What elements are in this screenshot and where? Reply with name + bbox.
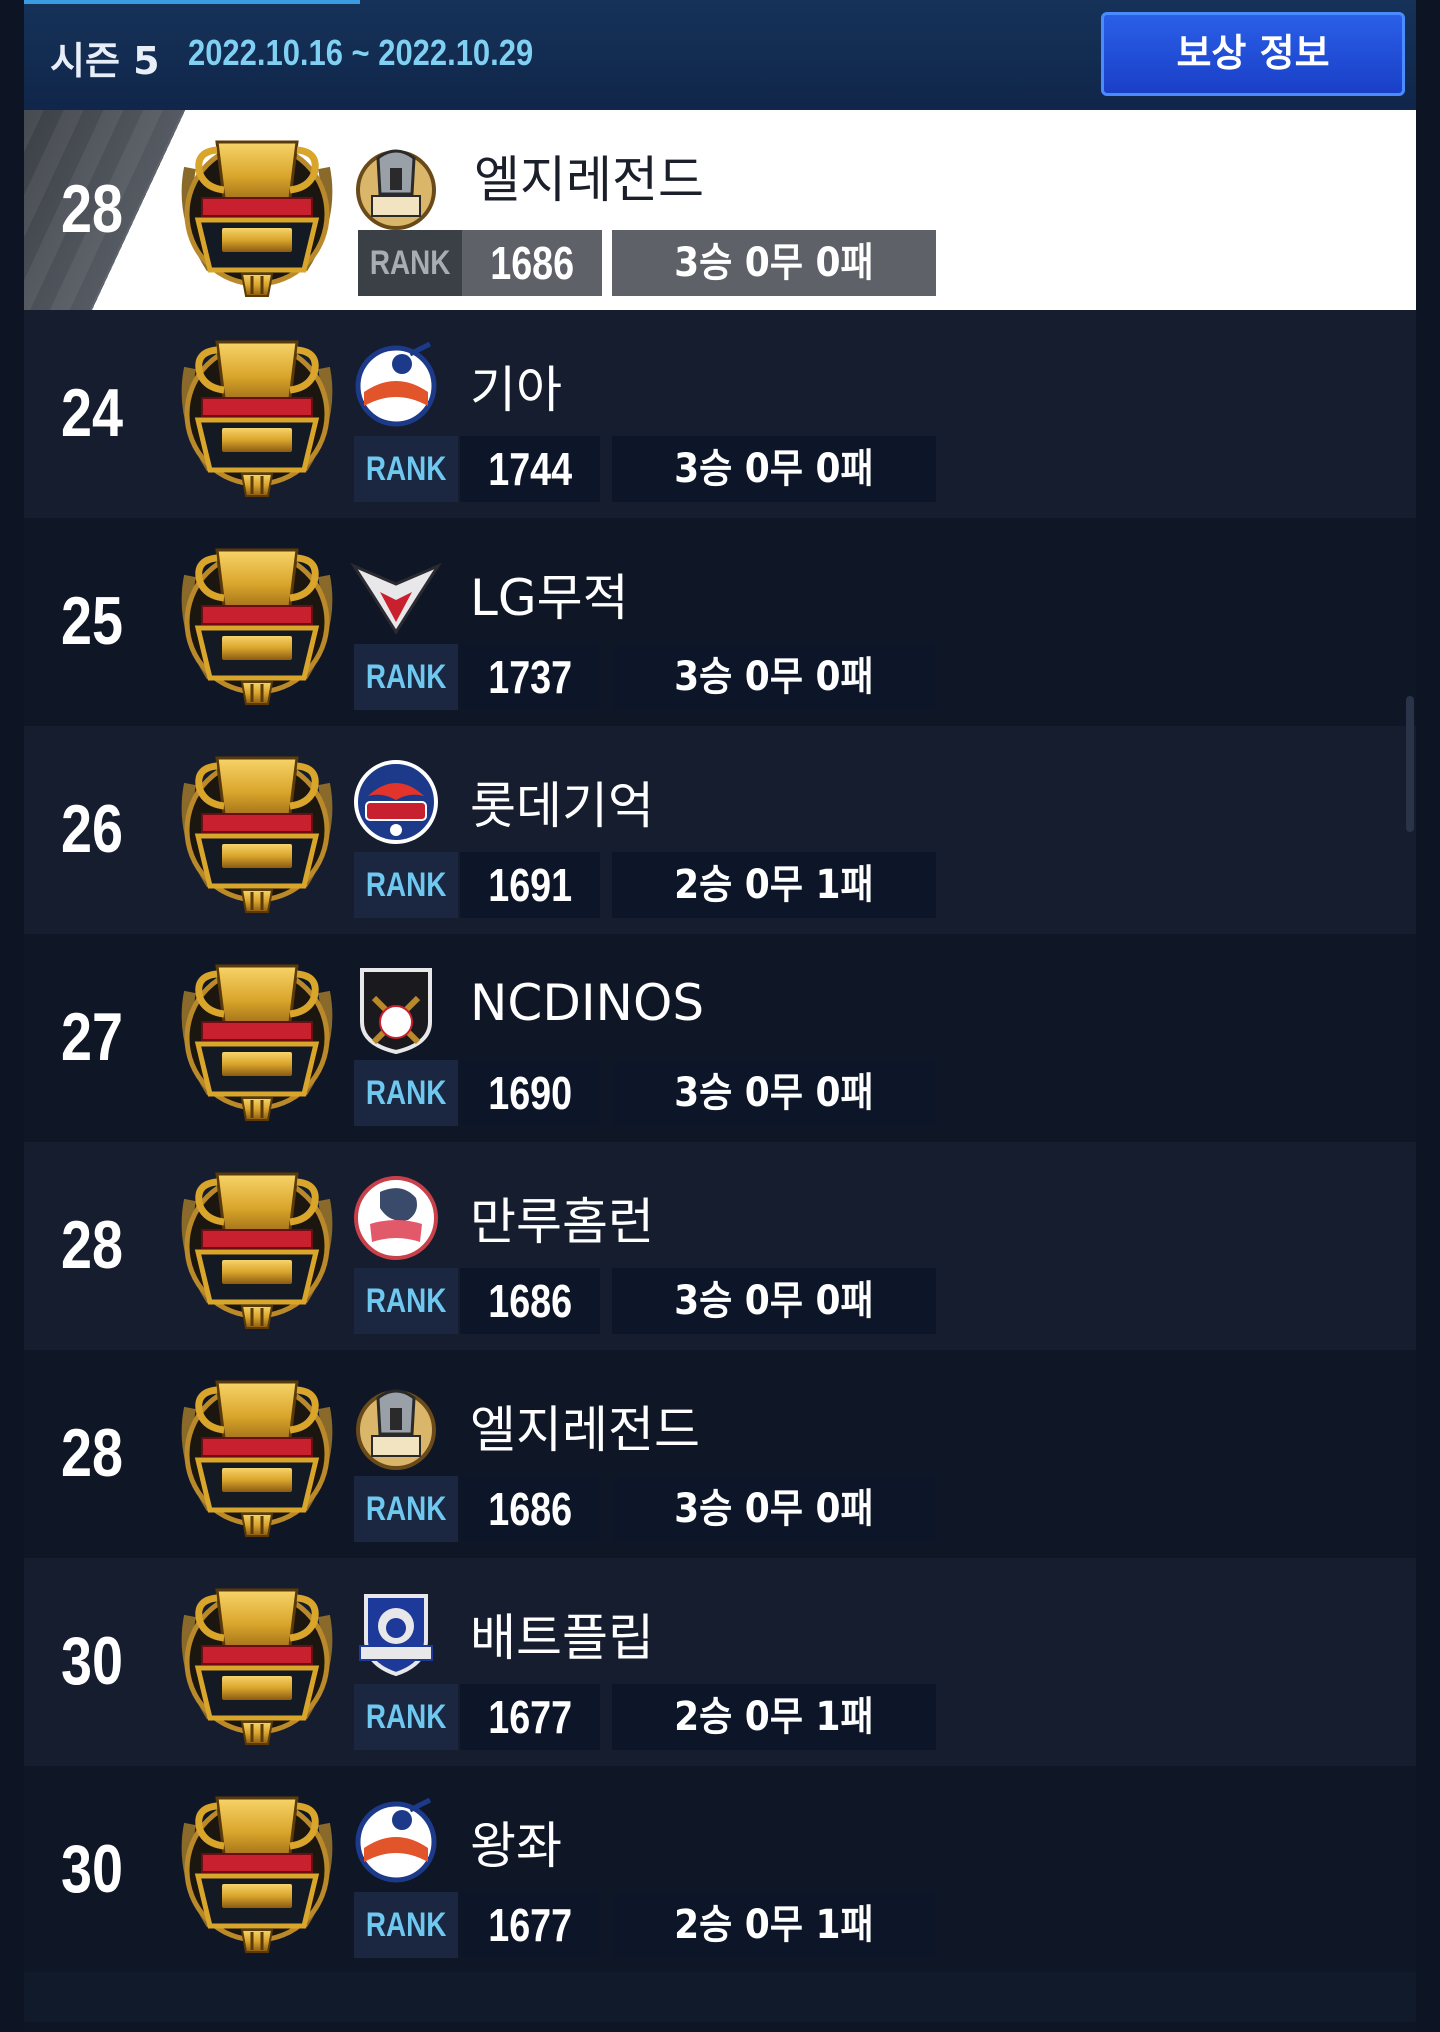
rank-tag: RANK [354,1892,458,1958]
win-draw-loss-record: 3승 0무 0패 [612,230,936,296]
team-name: 롯데기억 [470,777,654,835]
my-ranking-row[interactable]: 28 엘지레전드 RANK 1686 3승 0무 0패 [24,110,1416,310]
rank-number: 28 [60,1207,124,1283]
team-name: LG무적 [470,569,629,627]
rank-number: 27 [60,999,124,1075]
team-name: 엘지레전드 [470,1401,700,1459]
team-name: 배트플립 [470,1609,654,1667]
ranking-row[interactable]: 30 배트플립 RANK 1677 2승 0무 1패 [24,1558,1416,1766]
gold-trophy-icon [181,964,333,1121]
team-name: 엘지레전드 [474,151,704,209]
team-name: NCDINOS [470,974,705,1032]
gold-trophy-icon [181,1380,333,1537]
eagle-shield-logo [350,562,442,635]
rank-score: 1737 [460,644,600,710]
ranking-row[interactable]: 24 기아 RANK 1744 3승 0무 0패 [24,310,1416,518]
scrollbar-thumb[interactable] [1406,696,1414,832]
rank-tag: RANK [354,1060,458,1126]
rank-score: 1686 [460,1268,600,1334]
ranking-row[interactable]: 30 왕좌 RANK 1677 2승 0무 1패 [24,1766,1416,1974]
rank-tag: RANK [354,852,458,918]
rank-score: 1686 [460,1476,600,1542]
season-header: 시즌 5 2022.10.16 ~ 2022.10.29 보상 정보 [24,0,1416,112]
fish-baseball-club-logo [354,1176,438,1260]
rank-number: 30 [60,1831,124,1907]
rank-tag: RANK [358,230,462,296]
team-name: 기아 [470,361,562,419]
rank-score: 1677 [460,1684,600,1750]
ranking-row[interactable]: 27 NCDINOS RANK 1690 3승 0무 0패 [24,934,1416,1142]
rank-tag: RANK [354,1684,458,1750]
ranking-row[interactable]: 28 만루홈런 RANK 1686 3승 0무 0패 [24,1142,1416,1350]
rank-score: 1744 [460,436,600,502]
rank-score: 1686 [462,230,602,296]
win-draw-loss-record: 3승 0무 0패 [612,1060,936,1126]
lion-shield-logo [359,1594,433,1677]
spartan-helmet-logo [356,149,436,230]
rank-tag: RANK [354,644,458,710]
season-dates: 2022.10.16 ~ 2022.10.29 [188,32,534,73]
win-draw-loss-record: 3승 0무 0패 [612,436,936,502]
rank-tag: RANK [354,1476,458,1542]
rank-number: 26 [60,791,124,867]
gold-trophy-icon [181,1588,333,1745]
rank-number: 25 [60,583,124,659]
team-name: 만루홈런 [470,1193,654,1251]
win-draw-loss-record: 3승 0무 0패 [612,644,936,710]
win-draw-loss-record: 2승 0무 1패 [612,1684,936,1750]
rank-score: 1691 [460,852,600,918]
list-bottom-edge [24,1972,1416,2022]
crossed-bats-shield-logo [360,968,432,1055]
batter-baseball-logo [355,1797,437,1883]
spartan-helmet-logo [356,1389,436,1470]
win-draw-loss-record: 2승 0무 1패 [612,1892,936,1958]
gold-trophy-icon [181,756,333,913]
rank-score: 1677 [460,1892,600,1958]
active-tab-indicator [24,0,360,4]
ranking-row[interactable]: 28 엘지레전드 RANK 1686 3승 0무 0패 [24,1350,1416,1558]
team-name: 왕좌 [470,1817,562,1875]
ranking-list: 28 엘지레전드 RANK 1686 3승 0무 0패 24 기아 RANK 1… [24,110,1416,1974]
rank-tag: RANK [354,1268,458,1334]
reward-info-button[interactable]: 보상 정보 [1101,12,1405,96]
gold-trophy-icon [181,140,333,297]
gold-trophy-icon [181,340,333,497]
rank-number: 28 [60,1415,124,1491]
ranking-row[interactable]: 25 LG무적 RANK 1737 3승 0무 0패 [24,518,1416,726]
rank-number: 28 [60,171,124,247]
rank-score: 1690 [460,1060,600,1126]
gold-trophy-icon [181,1796,333,1953]
gold-trophy-icon [181,1172,333,1329]
rank-number: 24 [60,375,124,451]
eagle-circle-baseball-logo [354,760,438,844]
win-draw-loss-record: 3승 0무 0패 [612,1268,936,1334]
ranking-row[interactable]: 26 롯데기억 RANK 1691 2승 0무 1패 [24,726,1416,934]
batter-baseball-logo [355,341,437,427]
win-draw-loss-record: 2승 0무 1패 [612,852,936,918]
gold-trophy-icon [181,548,333,705]
rank-number: 30 [60,1623,124,1699]
season-label: 시즌 5 [50,39,160,83]
rank-tag: RANK [354,436,458,502]
win-draw-loss-record: 3승 0무 0패 [612,1476,936,1542]
